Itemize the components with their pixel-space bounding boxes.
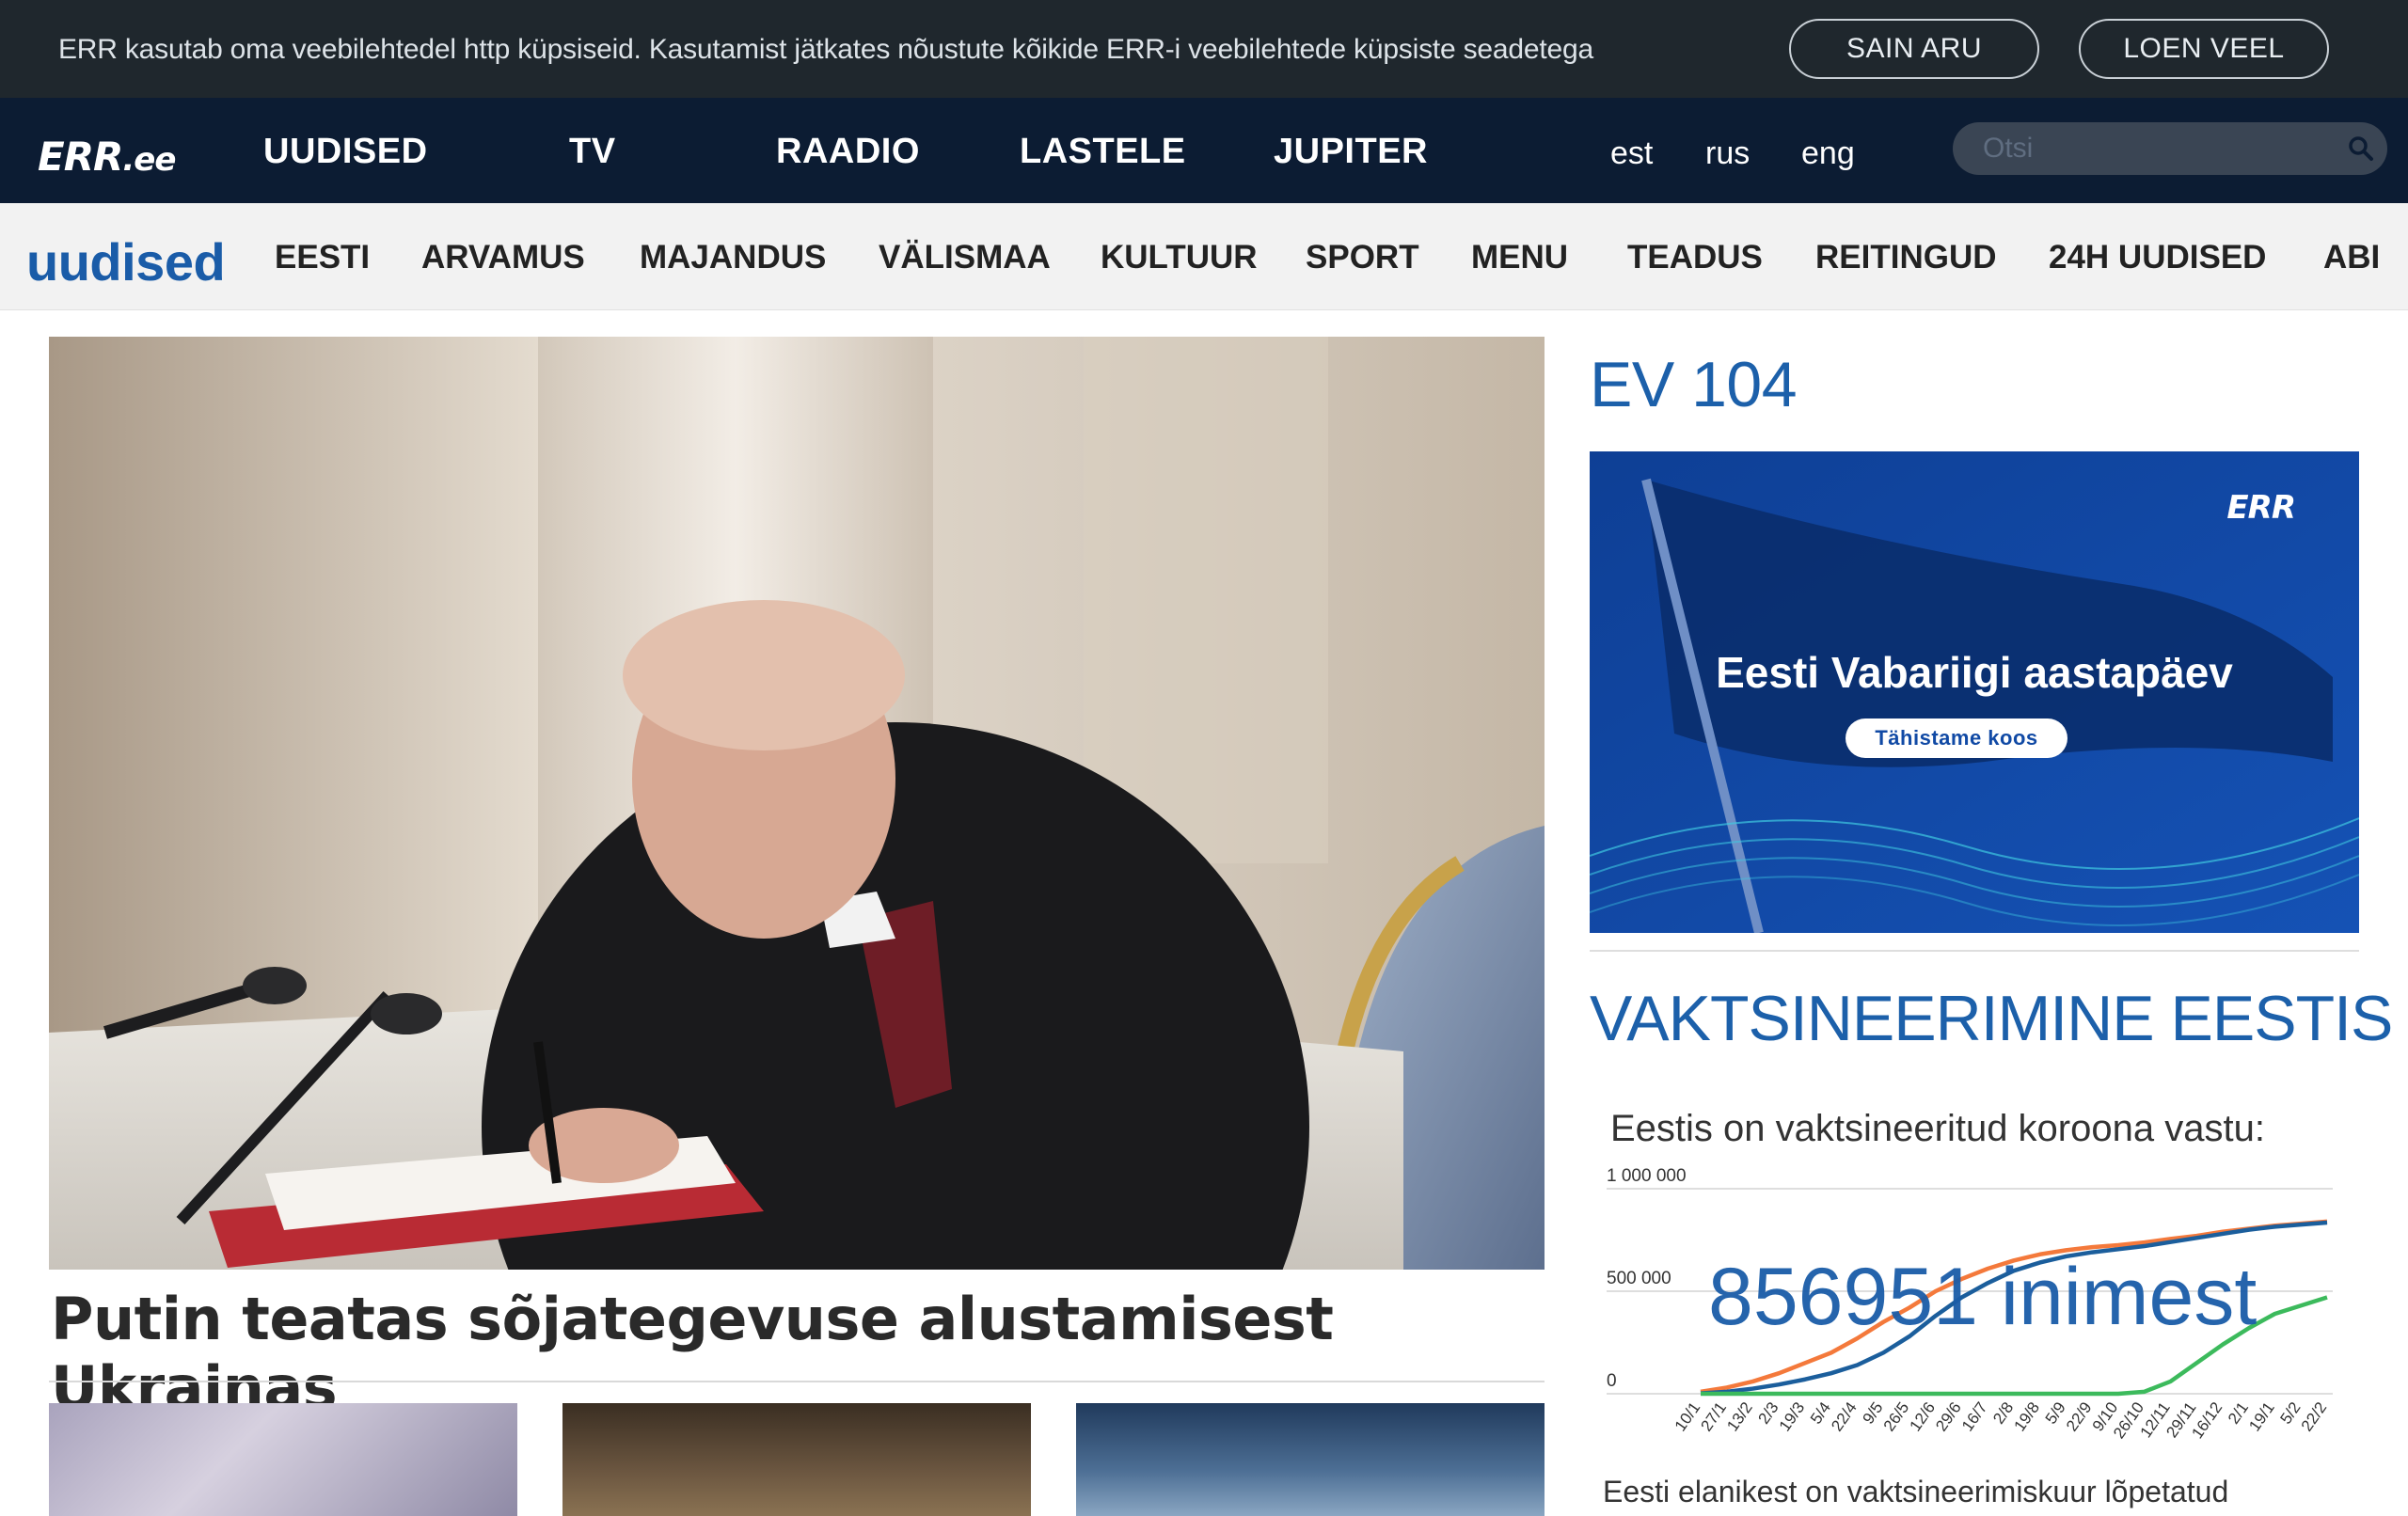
banner-title: Eesti Vabariigi aastapäev (1716, 648, 2233, 697)
search-box (1953, 122, 2387, 175)
search-icon[interactable] (2348, 135, 2374, 162)
x-tick-label: 29/6 (1932, 1398, 1965, 1434)
ev-104-heading[interactable]: EV 104 (1590, 348, 1798, 421)
subnav-sport[interactable]: SPORT (1306, 239, 1419, 276)
divider (49, 1381, 1545, 1382)
vaccinated-count: 856951 inimest (1708, 1252, 2257, 1342)
independence-day-banner[interactable]: ERR Eesti Vabariigi aastapäev Tähistame … (1590, 451, 2359, 933)
language-rus[interactable]: rus (1705, 135, 1750, 172)
nav-uudised[interactable]: UUDISED (263, 132, 428, 172)
divider (1590, 950, 2359, 952)
article-thumbnail[interactable] (1076, 1403, 1545, 1516)
vaccination-heading[interactable]: VAKTSINEERIMINE EESTIS (1590, 982, 2393, 1055)
x-tick-label: 22/9 (2063, 1398, 2096, 1434)
subnav-abi[interactable]: ABI (2323, 239, 2380, 276)
search-input[interactable] (1983, 133, 2340, 165)
y-tick-label: 1 000 000 (1607, 1166, 1687, 1186)
hero-photo (49, 337, 1545, 1270)
nav-raadio[interactable]: RAADIO (776, 132, 920, 172)
subnav-reitingud[interactable]: REITINGUD (1815, 239, 1997, 276)
nav-lastele[interactable]: LASTELE (1020, 132, 1186, 172)
vaccination-footer: Eesti elanikest on vaktsineerimiskuur lõ… (1603, 1475, 2229, 1508)
cookie-read-more-button[interactable]: LOEN VEEL (2079, 19, 2329, 79)
banner-cta-button[interactable]: Tähistame koos (1846, 719, 2067, 758)
logo-text: ERR (38, 134, 123, 180)
article-thumbnail[interactable] (49, 1403, 517, 1516)
cookie-text: ERR kasutab oma veebilehtedel http küpsi… (58, 34, 1593, 65)
article-thumbnail[interactable] (562, 1403, 1031, 1516)
vaccination-subheading: Eestis on vaktsineeritud koroona vastu: (1610, 1108, 2265, 1149)
section-brand[interactable]: uudised (26, 231, 226, 292)
vaccination-chart: 1 000 000500 000010/127/113/22/319/35/42… (1607, 1166, 2333, 1442)
top-navigation: ERR.ee UUDISED TV RAADIO LASTELE JUPITER… (0, 98, 2408, 203)
x-tick-label: 12/6 (1906, 1398, 1939, 1434)
x-tick-label: 10/1 (1671, 1398, 1704, 1434)
x-tick-label: 26/5 (1880, 1398, 1913, 1434)
x-tick-label: 19/8 (2010, 1398, 2043, 1434)
x-tick-label: 13/2 (1723, 1398, 1756, 1434)
cookie-accept-button[interactable]: SAIN ARU (1789, 19, 2039, 79)
cookie-banner: ERR kasutab oma veebilehtedel http küpsi… (0, 0, 2408, 98)
nav-tv[interactable]: TV (569, 132, 616, 172)
subnav-teadus[interactable]: TEADUS (1627, 239, 1763, 276)
section-navigation: uudised EESTI ARVAMUS MAJANDUS VÄLISMAA … (0, 203, 2408, 310)
nav-jupiter[interactable]: JUPITER (1274, 132, 1428, 172)
subnav-eesti[interactable]: EESTI (275, 239, 370, 276)
subnav-arvamus[interactable]: ARVAMUS (421, 239, 585, 276)
language-est[interactable]: est (1610, 135, 1653, 172)
x-tick-label: 19/1 (2245, 1398, 2278, 1434)
y-tick-label: 500 000 (1607, 1269, 1671, 1288)
x-tick-label: 22/2 (2298, 1398, 2331, 1434)
subnav-menu[interactable]: MENU (1471, 239, 1568, 276)
y-tick-label: 0 (1607, 1371, 1617, 1391)
hero-image[interactable] (49, 337, 1545, 1270)
subnav-kultuur[interactable]: KULTUUR (1101, 239, 1258, 276)
banner-err-logo: ERR (2226, 489, 2296, 527)
subnav-24h-uudised[interactable]: 24H UUDISED (2049, 239, 2266, 276)
logo-suffix: .ee (122, 141, 176, 179)
hero-headline[interactable]: Putin teatas sõjategevuse alustamisest U… (51, 1285, 1546, 1422)
subnav-majandus[interactable]: MAJANDUS (640, 239, 826, 276)
x-tick-label: 16/7 (1958, 1398, 1991, 1434)
language-eng[interactable]: eng (1801, 135, 1855, 172)
subnav-valismaa[interactable]: VÄLISMAA (879, 239, 1051, 276)
x-tick-label: 22/4 (1828, 1398, 1861, 1434)
err-logo[interactable]: ERR.ee (38, 134, 176, 180)
x-tick-label: 27/1 (1697, 1398, 1730, 1434)
x-tick-label: 19/3 (1776, 1398, 1809, 1434)
